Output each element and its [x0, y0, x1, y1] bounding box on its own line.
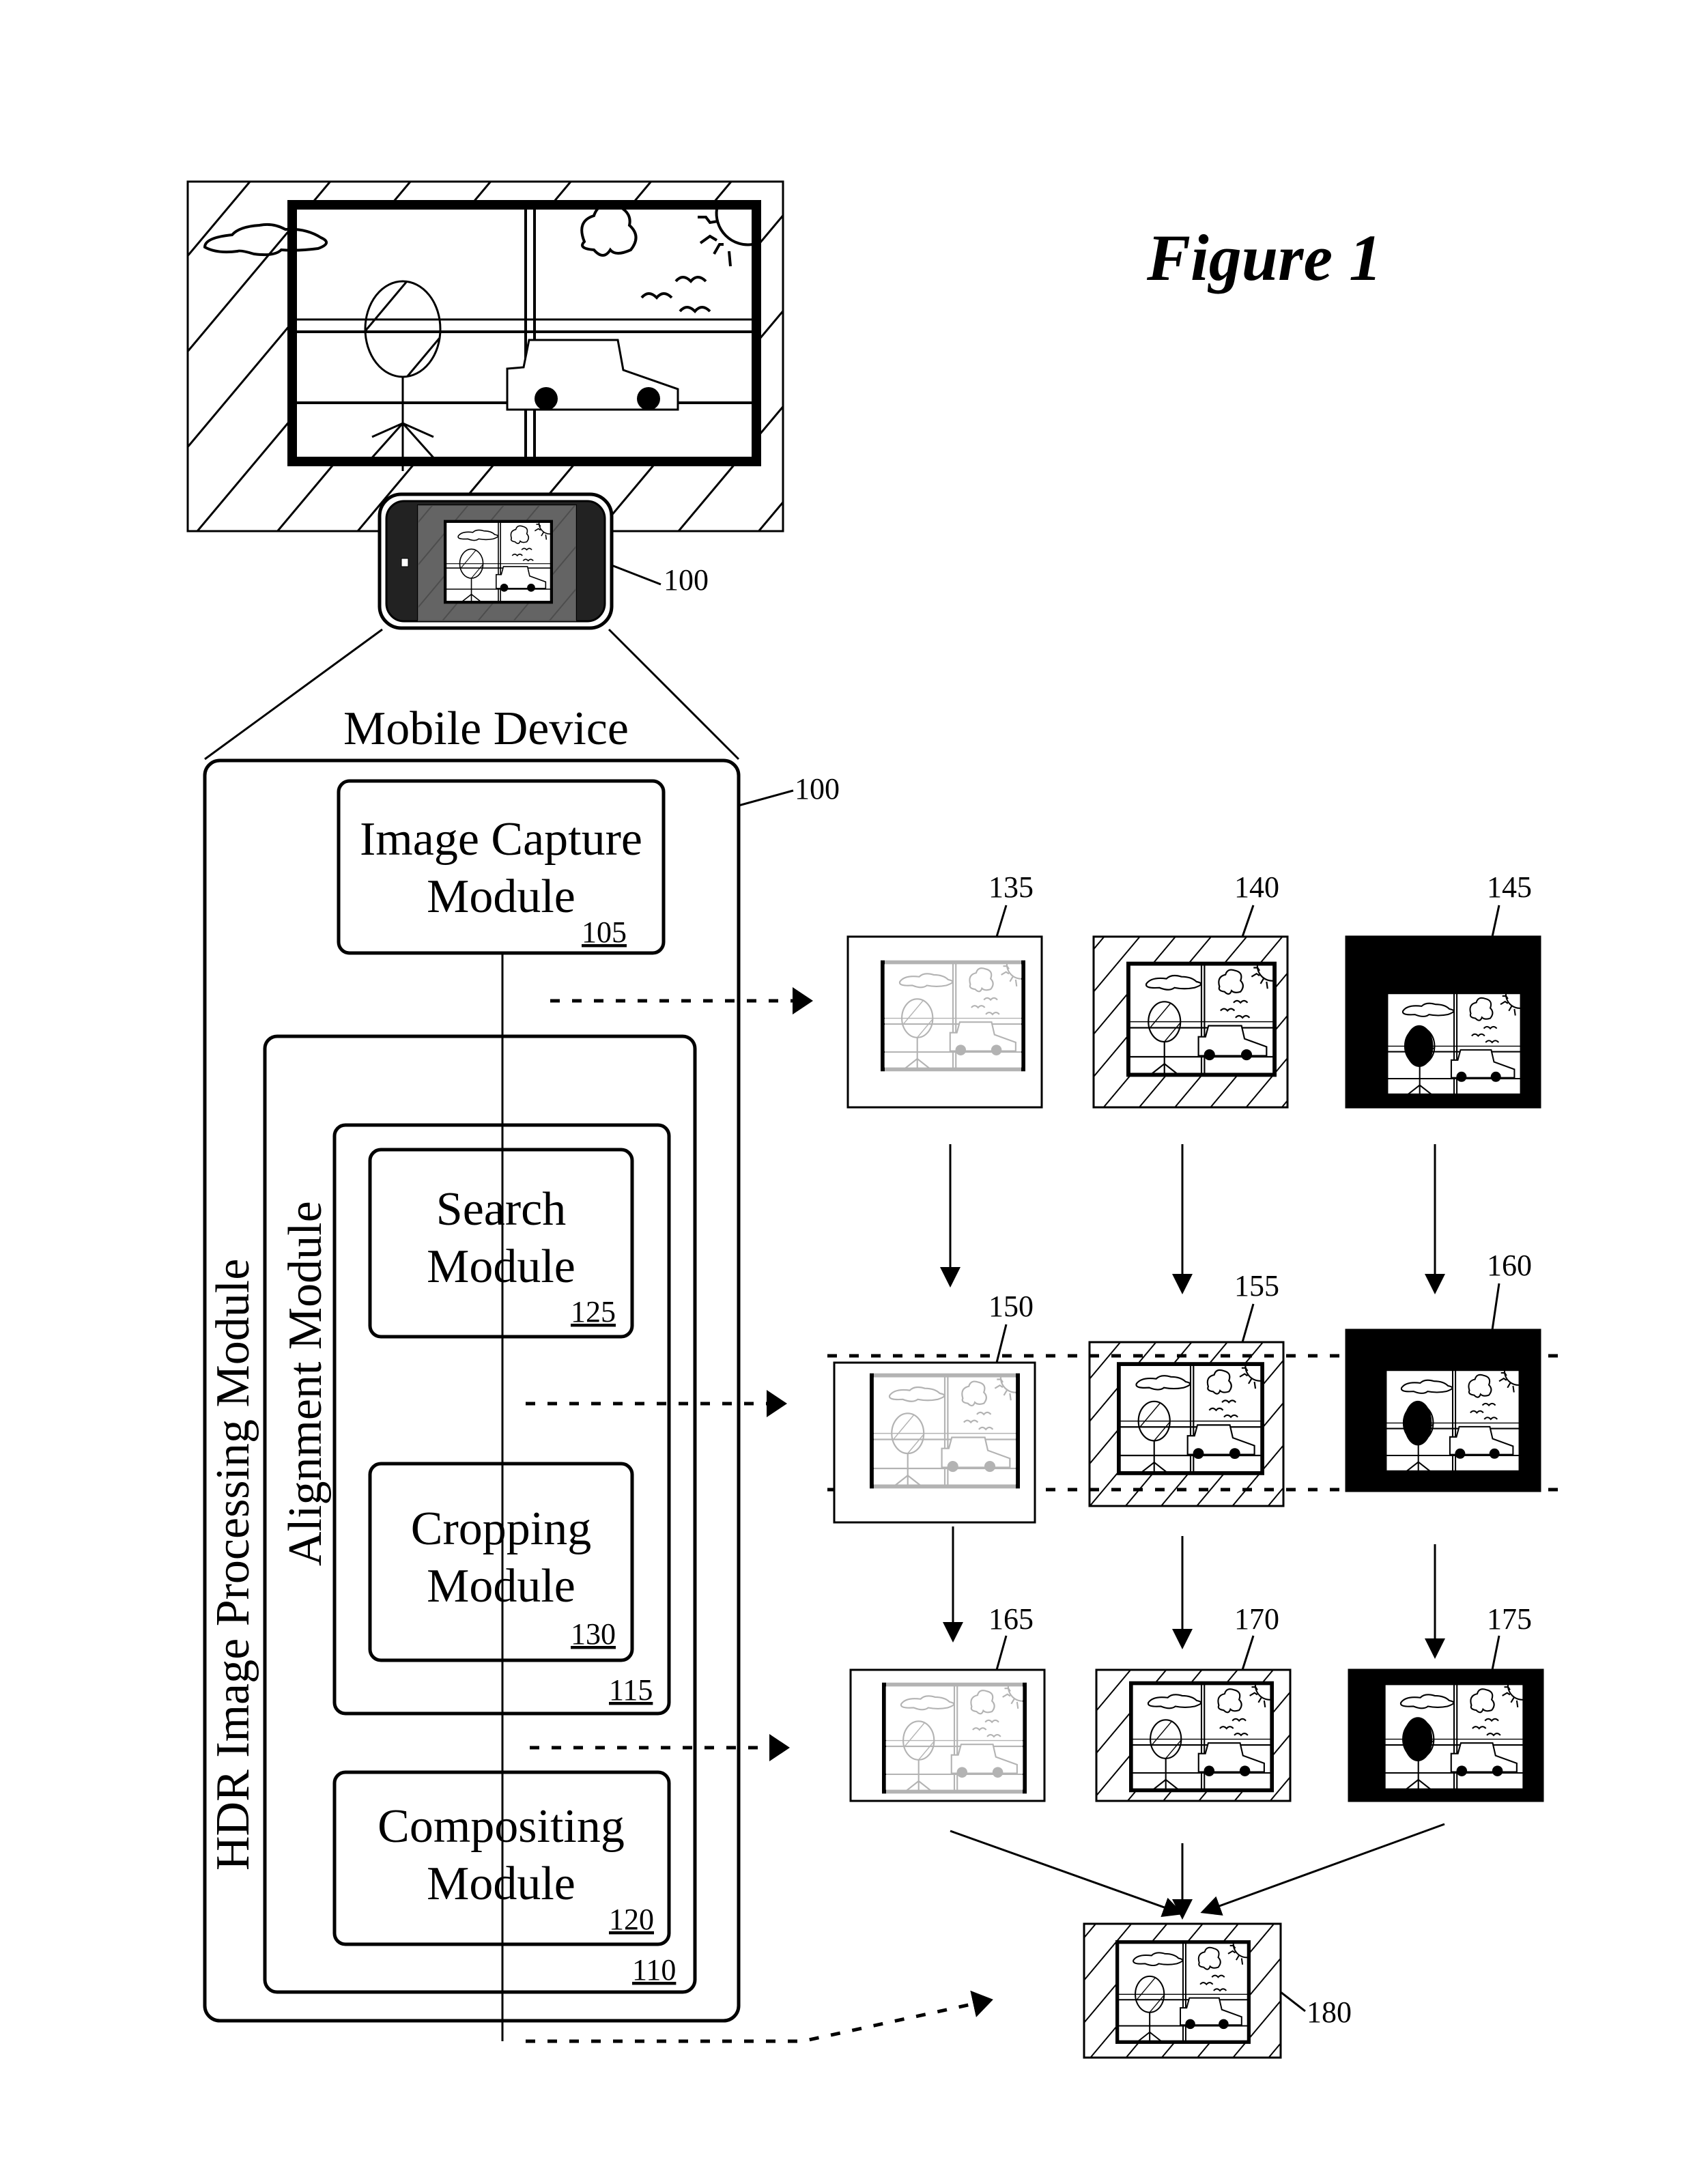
hdr-processing-label: HDR Image Processing Module [207, 1259, 259, 1871]
phone-device [378, 492, 614, 630]
cropping-module: Cropping Module 130 [368, 1462, 634, 1662]
search-label-line1: Search [436, 1183, 566, 1236]
image-thumbnails: 135 140 145 150 155 160 165 170 175 180 [833, 870, 1544, 2059]
image-ref-label: 150 [988, 1290, 1034, 1323]
dark-balloon [1405, 1025, 1434, 1067]
image-ref-label: 165 [988, 1602, 1034, 1636]
compositing-ref: 120 [609, 1903, 654, 1936]
image-ref-label: 160 [1487, 1249, 1532, 1282]
leader-line [1241, 1635, 1255, 1671]
aligned-image-155: 155 [1088, 1269, 1285, 1507]
aligned-image-160: 160 [1345, 1249, 1541, 1492]
leader-line [1280, 1991, 1306, 2013]
captured-image-135: 135 [846, 870, 1043, 1109]
image-capture-ref: 105 [582, 915, 627, 949]
scene-thumbnail [1119, 1364, 1262, 1473]
scene-thumbnail [1118, 1942, 1249, 2043]
image-ref-label: 155 [1234, 1269, 1279, 1303]
dark-balloon [1404, 1400, 1432, 1446]
compositing-label-line2: Module [427, 1858, 575, 1910]
leader-line [1241, 905, 1255, 937]
alignment-ref: 115 [609, 1673, 653, 1707]
captured-image-140: 140 [1092, 870, 1289, 1109]
cropping-label-line2: Module [427, 1560, 575, 1612]
mobile-device-ref: 100 [795, 772, 840, 806]
cropping-label-line1: Cropping [411, 1503, 591, 1555]
search-ref: 125 [571, 1295, 616, 1328]
leader-line-box [738, 789, 794, 807]
image-ref-label: 135 [988, 870, 1034, 904]
dark-balloon [1403, 1717, 1433, 1762]
captured-image-145: 145 [1345, 870, 1541, 1109]
device-ref-label: 100 [664, 563, 709, 597]
cropped-image-165: 165 [849, 1602, 1046, 1802]
aligned-image-150: 150 [833, 1290, 1036, 1524]
search-label-line2: Module [427, 1240, 575, 1293]
image-ref-label: 170 [1234, 1602, 1279, 1636]
image-ref-label: 145 [1487, 870, 1532, 904]
overexposure-overlay [874, 1372, 1016, 1490]
figure-title: Figure 1 [1146, 221, 1382, 294]
hdr-processing-ref: 110 [632, 1953, 676, 1987]
leader-line [1491, 905, 1500, 937]
leader-line [1491, 1283, 1500, 1331]
leader-line [1241, 1303, 1255, 1343]
leader-line [1491, 1635, 1500, 1671]
alignment-label: Alignment Module [279, 1201, 332, 1566]
figure-canvas: Figure 1 100 Mobile Device 100 Image Cap… [186, 180, 1563, 2059]
balloon-icon [364, 280, 442, 378]
home-button-icon [401, 558, 409, 567]
arrow-175-180 [1200, 1823, 1445, 1916]
arrow-165-180 [950, 1830, 1184, 1918]
search-module: Search Module 125 [368, 1148, 634, 1339]
top-scene [186, 180, 784, 532]
leader-line [995, 1635, 1008, 1671]
cropped-image-175: 175 [1348, 1602, 1544, 1802]
hdr-result-ref: 180 [1307, 1995, 1352, 2029]
image-capture-label-line1: Image Capture [360, 813, 642, 866]
cropping-ref: 130 [571, 1617, 616, 1651]
image-capture-label-line2: Module [427, 870, 575, 923]
cropped-image-170: 170 [1095, 1602, 1292, 1802]
image-capture-module: Image Capture Module 105 [337, 779, 666, 955]
hdr-result-image: 180 [1083, 1922, 1352, 2059]
overexposure-overlay [885, 945, 1021, 1087]
scene-thumbnail [1131, 1683, 1272, 1791]
compositing-label-line1: Compositing [378, 1800, 625, 1853]
overexposure-overlay [886, 1681, 1023, 1795]
image-ref-label: 140 [1234, 870, 1279, 904]
leader-line-device [611, 564, 661, 586]
mobile-device-label: Mobile Device [343, 702, 629, 755]
image-ref-label: 175 [1487, 1602, 1532, 1636]
scene-thumbnail [1128, 964, 1275, 1075]
scene-window [203, 200, 761, 471]
leader-line [995, 905, 1008, 937]
